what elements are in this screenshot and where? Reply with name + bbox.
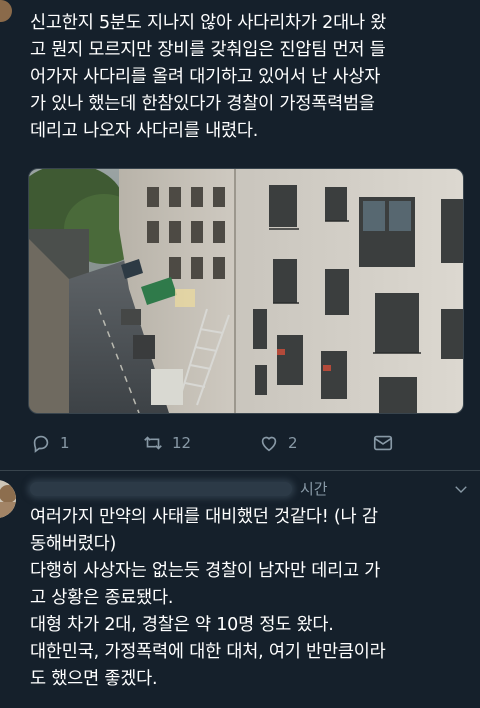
reply-timestamp: 시간 (300, 480, 328, 498)
like-count: 2 (288, 434, 298, 452)
street-scene-image (29, 169, 463, 413)
reply-count: 1 (60, 434, 70, 452)
more-options-button[interactable] (452, 480, 470, 498)
reply-author-avatar[interactable] (0, 480, 16, 518)
like-button[interactable]: 2 (258, 432, 298, 454)
reply-icon (33, 435, 49, 453)
chevron-down-icon (455, 486, 467, 493)
dm-icon (373, 435, 393, 451)
tweet-text: 신고한지 5분도 지나지 않아 사다리차가 2대나 왔 고 뭔지 모르지만 장비… (30, 13, 387, 141)
tweet-actions: 1 12 2 (28, 426, 468, 460)
like-icon (261, 436, 277, 452)
retweet-count: 12 (172, 434, 192, 452)
retweet-icon (144, 436, 162, 450)
reply-header: 시간 (30, 478, 470, 500)
blurred-username[interactable] (30, 482, 292, 496)
reply-text: 여러가지 만약의 사태를 대비했던 것같다! (나 감 동해버렸다) 다행히 사… (30, 507, 386, 689)
direct-message-button[interactable] (372, 432, 394, 454)
retweet-button[interactable]: 12 (142, 432, 191, 454)
author-avatar[interactable] (0, 0, 12, 22)
tweet-divider (0, 470, 480, 471)
avatar-image (0, 480, 16, 518)
reply-button[interactable]: 1 (30, 432, 70, 454)
tweet-photo[interactable] (28, 168, 464, 414)
